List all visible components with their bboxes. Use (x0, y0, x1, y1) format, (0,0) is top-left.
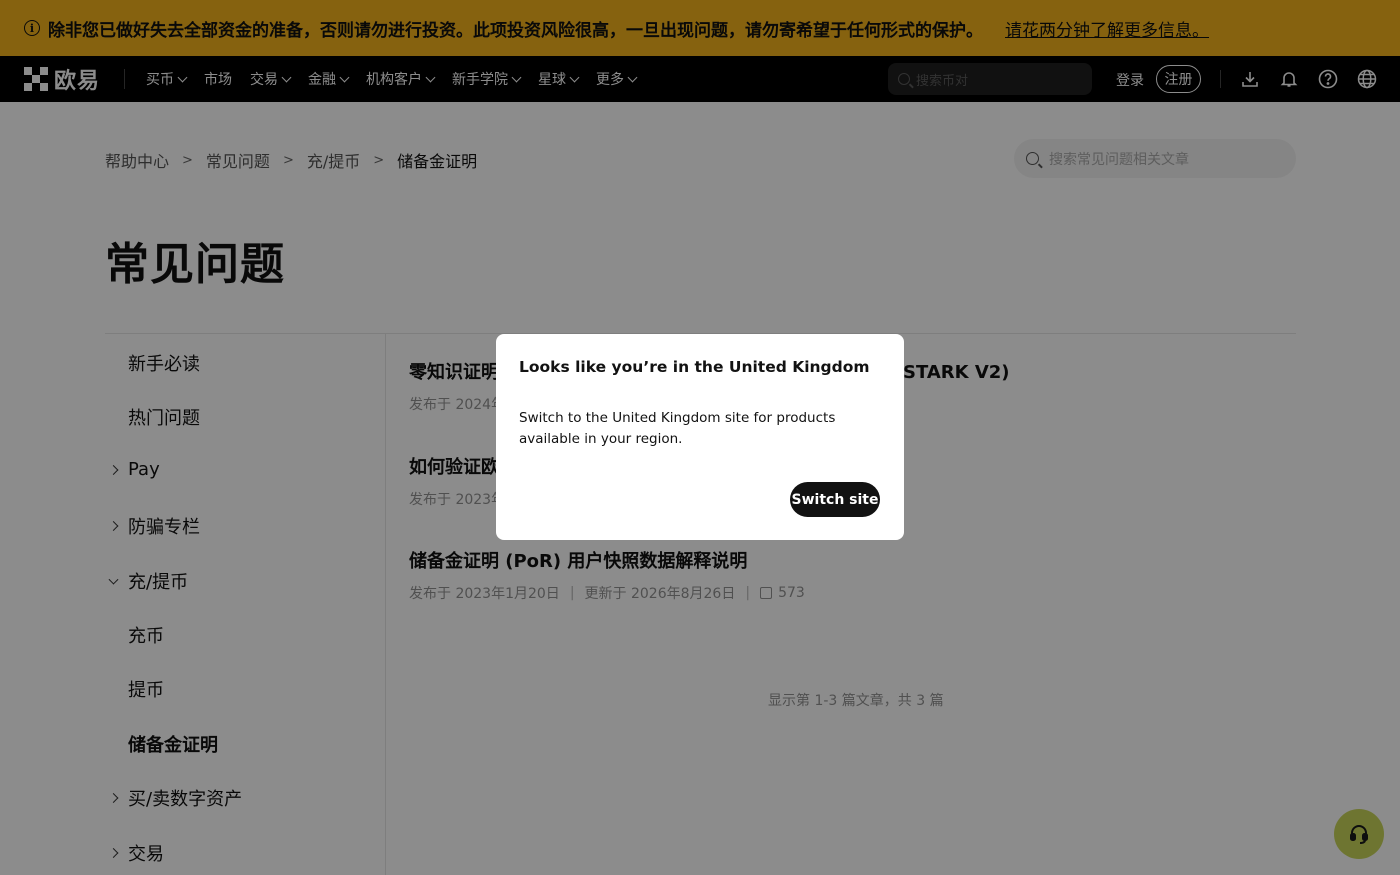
switch-site-button[interactable]: Switch site (790, 482, 880, 517)
modal-body: Switch to the United Kingdom site for pr… (519, 410, 836, 447)
region-switch-modal: Looks like you’re in the United Kingdom … (496, 334, 904, 540)
modal-title: Looks like you’re in the United Kingdom (519, 358, 870, 376)
